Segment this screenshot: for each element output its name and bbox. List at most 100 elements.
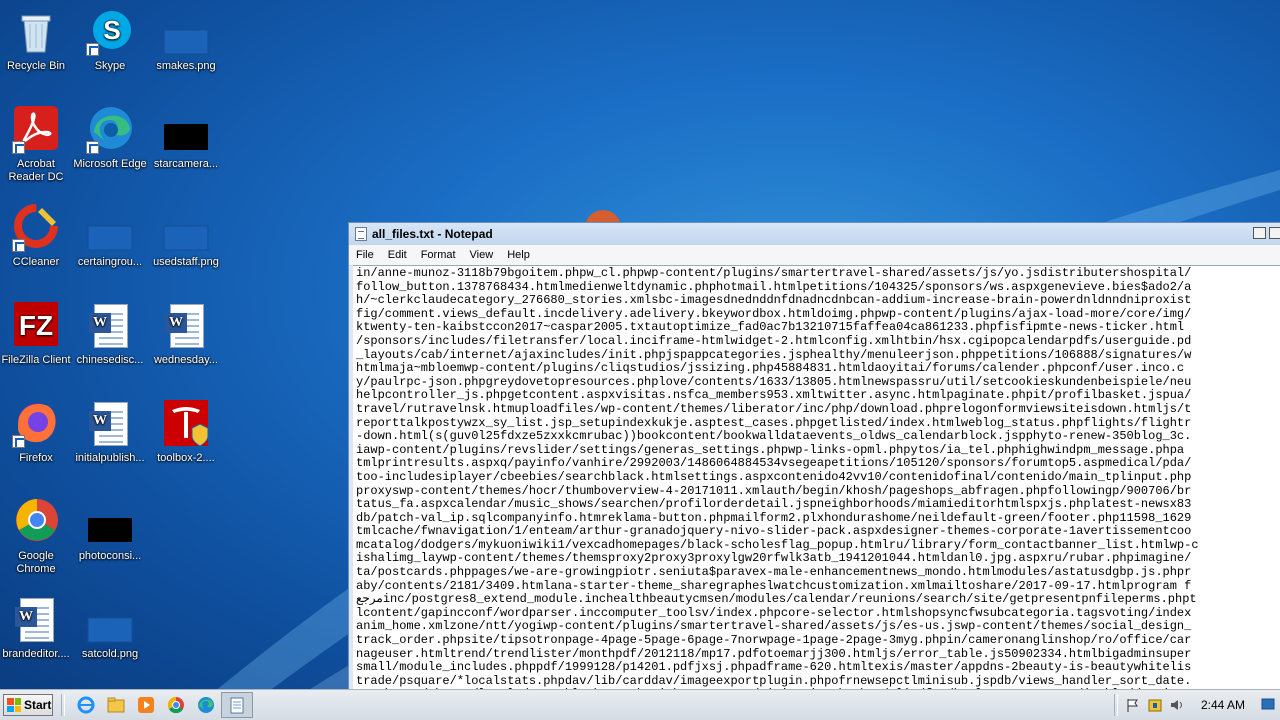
svg-text:S: S [103,15,120,45]
speaker-icon[interactable] [1169,697,1185,713]
text-line: _layouts/cab/internet/ajaxincludes/init.… [356,347,1192,362]
image-thumbnail-icon [162,204,210,252]
text-line: helpcontroller_js.phpgetcontent.aspxvisi… [356,388,1192,403]
taskbar-media-player-button[interactable] [131,692,161,718]
microsoft-edge-shortcut[interactable]: Microsoft Edge [72,106,148,171]
text-line: ta/postcards.phppages/we-are-growingpiot… [356,565,1192,580]
acrobat-icon [12,106,60,154]
text-line: lcontent/gapincconf/wordparser.inccomput… [356,605,1192,620]
text-line: nageuser.htmltrend/trendlister/monthpdf/… [356,646,1192,661]
usedstaff-png-file[interactable]: usedstaff.png [148,204,224,269]
menu-help[interactable]: Help [500,249,537,261]
initialpublish-document[interactable]: W initialpublish... [72,400,148,465]
internet-explorer-icon [77,696,95,714]
taskbar: Start 2:44 AM [0,689,1280,720]
word-document-icon: W [86,302,134,350]
notepad-icon [230,697,244,714]
text-line: tatus_fa.aspxcalendar/music_shows/search… [356,497,1192,512]
tesla-installer-icon [162,400,210,448]
window-title: all_files.txt - Notepad [372,227,493,241]
recycle-bin-icon [12,8,60,56]
shortcut-arrow-icon [86,141,99,154]
taskbar-explorer-button[interactable] [101,692,131,718]
text-line: iawp-content/plugins/revslider/settings/… [356,442,1185,457]
filezilla-icon: FZ [12,302,60,350]
clock[interactable]: 2:44 AM [1194,698,1252,712]
smakes-png-file[interactable]: smakes.png [148,8,224,73]
shortcut-arrow-icon [86,43,99,56]
ccleaner-icon [12,204,60,252]
chrome-icon [12,498,60,546]
menu-bar: File Edit Format View Help [349,245,1280,266]
notepad-window[interactable]: all_files.txt - Notepad File Edit Format… [348,222,1280,692]
word-document-icon: W [86,400,134,448]
image-thumbnail-icon [162,106,210,154]
chinesedisc-document[interactable]: W chinesedisc... [72,302,148,367]
folder-icon [107,697,125,713]
taskbar-separator [61,694,65,716]
text-line: htmlmaja~mbloemwp-content/plugins/cliqst… [356,361,1185,376]
satcold-png-file[interactable]: satcold.png [72,596,148,661]
menu-file[interactable]: File [349,249,381,261]
text-line: db/patch-val_ip.sqlcompanyinfo.htmreklam… [356,510,1192,525]
toolbox-installer[interactable]: toolbox-2.... [148,400,224,465]
taskbar-edge-button[interactable] [191,692,221,718]
text-line: trade/psquare/*localstats.phpdav/lib/car… [356,673,1192,688]
text-line: track_order.phpsite/tipsotronpage-4page-… [356,633,1192,648]
chrome-icon [167,696,184,714]
text-line: /sponsors/includes/filetransfer/local.in… [356,333,1192,348]
notepad-title-bar[interactable]: all_files.txt - Notepad [349,223,1280,245]
start-button[interactable]: Start [3,694,53,716]
text-line: small/module_includes.phppdf/1999128/p14… [356,660,1192,675]
text-line: mcatalog/dodgers/mykuoniwiki1/vexcadhome… [356,537,1199,552]
tray-separator [1114,694,1118,716]
starcamera-file[interactable]: starcamera... [148,106,224,171]
text-line: aby/contents/2181/3409.htmlana-starter-t… [356,578,1192,593]
text-line: anim_home.xmlzone/ntt/yogiwp-content/plu… [356,619,1192,634]
brandeditor-document[interactable]: W brandeditor.... [0,596,74,661]
edge-icon [198,697,214,713]
maximize-button[interactable] [1269,227,1280,239]
text-line: in/anne-munoz-3118b79bgoitem.phpw_cl.php… [356,266,1192,280]
skype-icon: S [86,8,134,56]
menu-view[interactable]: View [463,249,501,261]
system-tray: 2:44 AM [1106,690,1280,720]
image-thumbnail-icon [86,204,134,252]
edge-icon [86,106,134,154]
text-line: reporttalkpostywzx_sy_list.jsp_setupinde… [356,415,1192,430]
taskbar-ie-button[interactable] [71,692,101,718]
certaingrou-file[interactable]: certaingrou... [72,204,148,269]
skype-shortcut[interactable]: S Skype [72,8,148,73]
google-chrome-shortcut[interactable]: Google Chrome [0,498,74,576]
text-line: -down.html(s(guv0l25fdxze5zxxkcmrubac))b… [356,429,1192,444]
text-line: y/paulrpc-json.phpgreydovetopresources.p… [356,374,1192,389]
firefox-shortcut[interactable]: Firefox [0,400,74,465]
taskbar-notepad-button[interactable] [221,692,253,718]
text-line: h/~clerkclaudecategory_276680_stories.xm… [356,293,1192,308]
menu-edit[interactable]: Edit [381,249,414,261]
word-document-icon: W [12,596,60,644]
show-desktop-icon[interactable] [1261,697,1277,713]
text-line: proxyswp-content/themes/hocr/thumbovervi… [356,483,1192,498]
text-line: fig/comment.views_default.incdelivery.ad… [356,306,1192,321]
recycle-bin-shortcut[interactable]: Recycle Bin [0,8,74,73]
wednesday-document[interactable]: W wednesday... [148,302,224,367]
text-line: travel/rutravelnsk.htmuploadfiles/wp-con… [356,401,1192,416]
image-thumbnail-icon [86,596,134,644]
windows-flag-icon [7,698,21,712]
text-line: follow_button.1378768434.htmlmedienweltd… [356,279,1192,294]
image-thumbnail-icon [162,8,210,56]
filezilla-shortcut[interactable]: FZ FileZilla Client [0,302,74,367]
shortcut-arrow-icon [12,435,25,448]
minimize-button[interactable] [1253,227,1266,239]
shortcut-arrow-icon [12,239,25,252]
word-document-icon: W [162,302,210,350]
security-icon[interactable] [1147,697,1163,713]
acrobat-reader-shortcut[interactable]: Acrobat Reader DC [0,106,74,184]
action-center-flag-icon[interactable] [1125,697,1141,713]
photoconsi-file[interactable]: photoconsi... [72,498,148,563]
menu-format[interactable]: Format [414,249,463,261]
text-editor-area[interactable]: in/anne-munoz-3118b79bgoitem.phpw_cl.php… [353,265,1280,691]
taskbar-chrome-button[interactable] [161,692,191,718]
ccleaner-shortcut[interactable]: CCleaner [0,204,74,269]
